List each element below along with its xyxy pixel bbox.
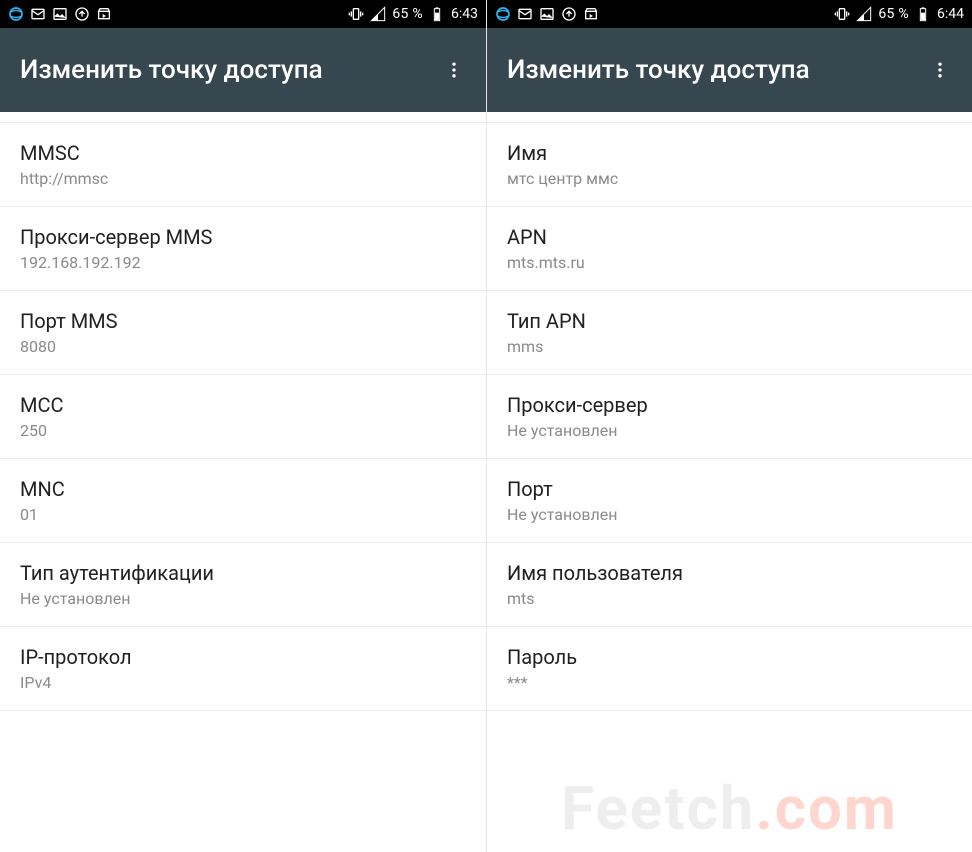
row-label: Прокси-сервер <box>507 393 952 417</box>
row-label: Тип APN <box>507 309 952 333</box>
app-bar: Изменить точку доступа <box>487 28 972 112</box>
app-icon <box>495 6 511 22</box>
vibrate-icon <box>348 6 364 22</box>
status-left <box>8 6 112 22</box>
row-label: Имя пользователя <box>507 561 952 585</box>
signal-icon <box>856 6 872 22</box>
signal-icon <box>370 6 386 22</box>
row-proxy[interactable]: Прокси-сервер Не установлен <box>487 375 972 459</box>
overflow-menu-button[interactable] <box>442 58 466 82</box>
image-icon <box>52 6 68 22</box>
row-label: Порт <box>507 477 952 501</box>
row-value: mms <box>507 337 952 356</box>
image-icon <box>539 6 555 22</box>
status-right: 65 % 6:44 <box>834 6 964 22</box>
row-value: мтс центр ммс <box>507 169 952 188</box>
row-mmsc[interactable]: MMSC http://mmsc <box>0 122 486 207</box>
row-mcc[interactable]: MCC 250 <box>0 375 486 459</box>
battery-percent: 65 % <box>392 6 423 22</box>
page-title: Изменить точку доступа <box>507 55 810 85</box>
settings-list: MMSC http://mmsc Прокси-сервер MMS 192.1… <box>0 112 486 852</box>
row-value: IPv4 <box>20 673 466 692</box>
clock: 6:44 <box>937 6 964 22</box>
row-label: Тип аутентификации <box>20 561 466 585</box>
battery-percent: 65 % <box>878 6 909 22</box>
row-label: IP-протокол <box>20 645 466 669</box>
phone-left: 65 % 6:43 Изменить точку доступа MMSC ht… <box>0 0 486 852</box>
row-name[interactable]: Имя мтс центр ммс <box>487 122 972 207</box>
battery-icon <box>429 6 445 22</box>
vibrate-icon <box>834 6 850 22</box>
row-value: mts <box>507 589 952 608</box>
row-value: Не установлен <box>20 589 466 608</box>
overflow-menu-button[interactable] <box>928 58 952 82</box>
row-value: Не установлен <box>507 505 952 524</box>
row-label: MMSC <box>20 141 466 165</box>
status-bar: 65 % 6:43 <box>0 0 486 28</box>
row-label: Прокси-сервер MMS <box>20 225 466 249</box>
row-auth-type[interactable]: Тип аутентификации Не установлен <box>0 543 486 627</box>
row-label: Пароль <box>507 645 952 669</box>
row-label: MCC <box>20 393 466 417</box>
row-label: APN <box>507 225 952 249</box>
row-apn-type[interactable]: Тип APN mms <box>487 291 972 375</box>
upload-icon <box>561 6 577 22</box>
clock: 6:43 <box>451 6 478 22</box>
row-username[interactable]: Имя пользователя mts <box>487 543 972 627</box>
battery-icon <box>915 6 931 22</box>
status-left <box>495 6 599 22</box>
row-value: 192.168.192.192 <box>20 253 466 272</box>
row-mnc[interactable]: MNC 01 <box>0 459 486 543</box>
app-icon <box>8 6 24 22</box>
row-value: mts.mts.ru <box>507 253 952 272</box>
row-mms-port[interactable]: Порт MMS 8080 <box>0 291 486 375</box>
row-password[interactable]: Пароль *** <box>487 627 972 711</box>
row-value: http://mmsc <box>20 169 466 188</box>
row-value: 250 <box>20 421 466 440</box>
status-bar: 65 % 6:44 <box>487 0 972 28</box>
status-right: 65 % 6:43 <box>348 6 478 22</box>
settings-list: Имя мтс центр ммс APN mts.mts.ru Тип APN… <box>487 112 972 852</box>
row-value: 01 <box>20 505 466 524</box>
phone-right: 65 % 6:44 Изменить точку доступа Имя мтс… <box>486 0 972 852</box>
mail-icon <box>517 6 533 22</box>
row-mms-proxy[interactable]: Прокси-сервер MMS 192.168.192.192 <box>0 207 486 291</box>
page-title: Изменить точку доступа <box>20 55 323 85</box>
play-store-icon <box>96 6 112 22</box>
row-label: Имя <box>507 141 952 165</box>
row-value: 8080 <box>20 337 466 356</box>
row-ip-protocol[interactable]: IP-протокол IPv4 <box>0 627 486 711</box>
row-value: Не установлен <box>507 421 952 440</box>
mail-icon <box>30 6 46 22</box>
row-label: Порт MMS <box>20 309 466 333</box>
row-apn[interactable]: APN mts.mts.ru <box>487 207 972 291</box>
row-value: *** <box>507 673 952 692</box>
row-label: MNC <box>20 477 466 501</box>
play-store-icon <box>583 6 599 22</box>
upload-icon <box>74 6 90 22</box>
row-port[interactable]: Порт Не установлен <box>487 459 972 543</box>
app-bar: Изменить точку доступа <box>0 28 486 112</box>
